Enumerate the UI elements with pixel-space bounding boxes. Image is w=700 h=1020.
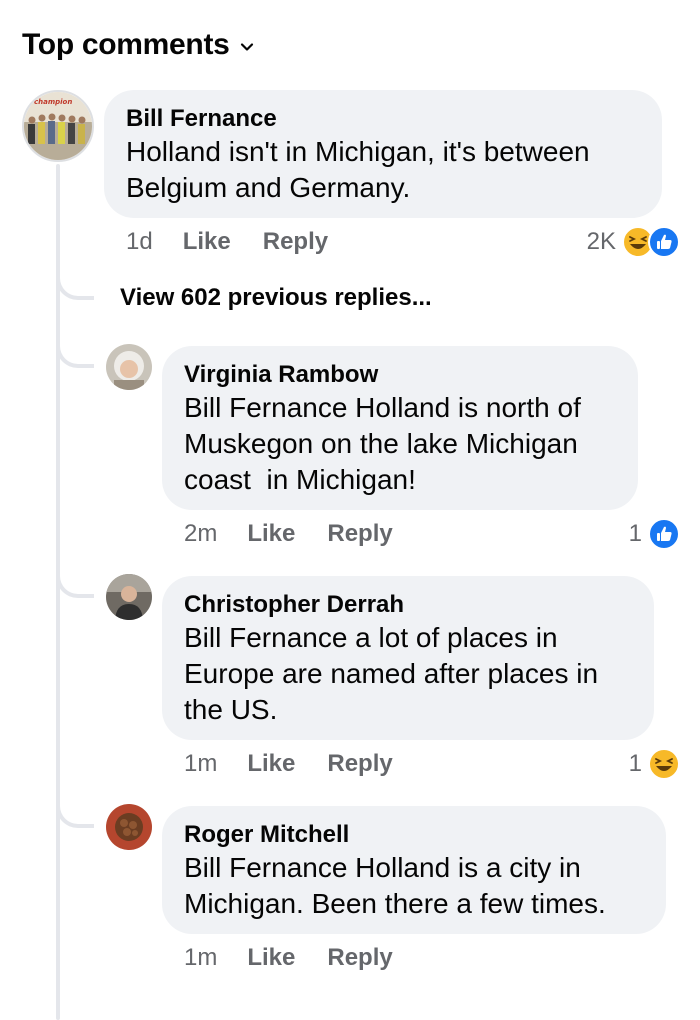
reply-timestamp[interactable]: 1m xyxy=(184,750,217,778)
reaction-summary[interactable]: 2K xyxy=(587,226,680,258)
comment-timestamp[interactable]: 1d xyxy=(126,228,153,256)
reaction-count: 1 xyxy=(628,520,642,547)
like-button[interactable]: Like xyxy=(183,228,231,256)
reply-bubble[interactable]: Roger Mitchell Bill Fernance Holland is … xyxy=(162,806,666,934)
like-icon xyxy=(648,518,680,550)
reply-button[interactable]: Reply xyxy=(263,228,328,256)
reply-button[interactable]: Reply xyxy=(327,944,392,972)
comment-author[interactable]: Bill Fernance xyxy=(126,104,640,134)
avatar[interactable] xyxy=(106,574,152,620)
view-previous-replies-link[interactable]: View 602 previous replies... xyxy=(120,284,432,312)
reply-button[interactable]: Reply xyxy=(327,520,392,548)
like-icon xyxy=(648,226,680,258)
thread-connector xyxy=(56,340,94,368)
reply-actions: 1m Like Reply xyxy=(184,944,425,972)
avatar[interactable]: champion xyxy=(22,90,94,162)
reply-author[interactable]: Roger Mitchell xyxy=(184,820,644,850)
thread-line xyxy=(56,164,60,1020)
reply-button[interactable]: Reply xyxy=(327,750,392,778)
avatar-photo xyxy=(106,574,152,620)
like-button[interactable]: Like xyxy=(247,750,295,778)
comments-sort-header[interactable]: Top comments xyxy=(22,28,254,62)
avatar-photo: champion xyxy=(24,92,92,160)
reply-text: Bill Fernance a lot of places in Europe … xyxy=(184,622,599,725)
haha-icon xyxy=(648,748,680,780)
reaction-count: 1 xyxy=(628,750,642,777)
reply-timestamp[interactable]: 1m xyxy=(184,944,217,972)
reply-timestamp[interactable]: 2m xyxy=(184,520,217,548)
reply-text: Bill Fernance Holland is a city in Michi… xyxy=(184,852,606,919)
comment-bubble[interactable]: Bill Fernance Holland isn't in Michigan,… xyxy=(104,90,662,218)
reaction-count: 2K xyxy=(586,228,616,255)
chevron-down-icon xyxy=(240,43,253,51)
reply-text: Bill Fernance Holland is north of Muskeg… xyxy=(184,392,581,495)
like-button[interactable]: Like xyxy=(247,944,295,972)
avatar[interactable] xyxy=(106,344,152,390)
avatar-photo xyxy=(106,344,152,390)
thread-connector xyxy=(56,800,94,828)
reply-actions: 1m Like Reply xyxy=(184,750,425,778)
thread-connector xyxy=(56,570,94,598)
reply-actions: 2m Like Reply xyxy=(184,520,425,548)
header-title: Top comments xyxy=(22,28,230,61)
reaction-summary[interactable]: 1 xyxy=(629,518,680,550)
avatar[interactable] xyxy=(106,804,152,850)
thread-connector xyxy=(56,272,94,300)
svg-text:champion: champion xyxy=(34,98,72,106)
reply-bubble[interactable]: Virginia Rambow Bill Fernance Holland is… xyxy=(162,346,638,510)
like-button[interactable]: Like xyxy=(247,520,295,548)
reply-bubble[interactable]: Christopher Derrah Bill Fernance a lot o… xyxy=(162,576,654,740)
avatar-photo xyxy=(106,804,152,850)
comment-text: Holland isn't in Michigan, it's between … xyxy=(126,136,590,203)
reply-author[interactable]: Christopher Derrah xyxy=(184,590,632,620)
reply-author[interactable]: Virginia Rambow xyxy=(184,360,616,390)
comment-actions: 1d Like Reply xyxy=(126,228,360,256)
reaction-summary[interactable]: 1 xyxy=(629,748,680,780)
